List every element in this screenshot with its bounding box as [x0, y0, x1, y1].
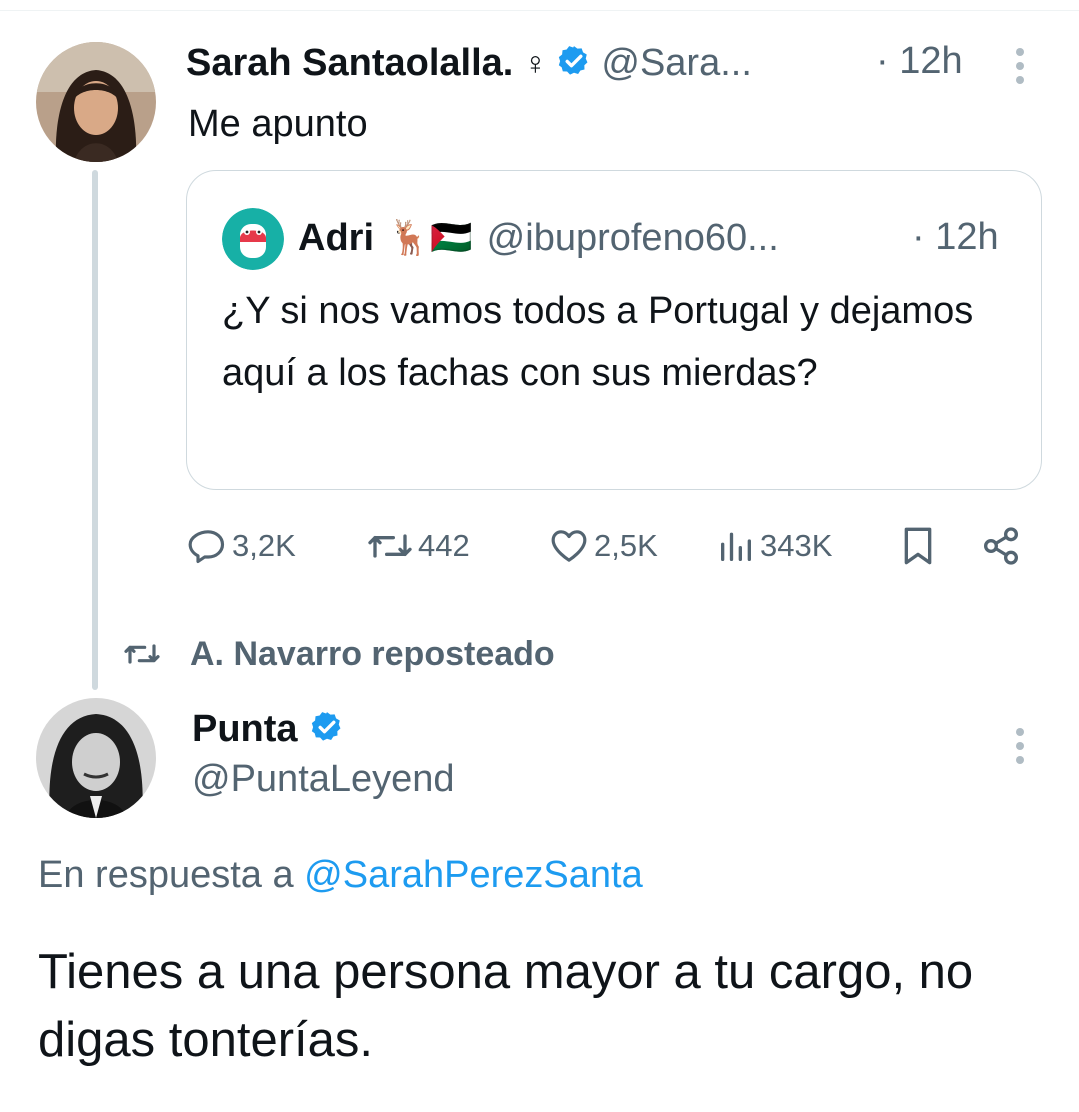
reply-context: En respuesta a @SarahPerezSanta: [38, 854, 643, 897]
quote-text: ¿Y si nos vamos todos a Portugal y dejam…: [222, 290, 974, 394]
reposted-by-label[interactable]: A. Navarro reposteado: [190, 635, 555, 674]
reply-to-link[interactable]: @SarahPerezSanta: [304, 854, 643, 896]
repost-button[interactable]: 442: [366, 526, 470, 566]
repost-count: 442: [418, 528, 470, 563]
thread-line: [92, 170, 98, 690]
views-button[interactable]: 343K: [716, 526, 832, 566]
tweet1-text: Me apunto: [188, 103, 368, 145]
repost-icon: [368, 534, 412, 558]
quote-handle[interactable]: @ibuprofeno60...: [487, 217, 779, 260]
quote-header: Adri 🦌🇵🇸 @ibuprofeno60...: [298, 212, 779, 264]
quote-time[interactable]: · 12h: [912, 216, 999, 259]
tweet1-handle[interactable]: @Sara...: [601, 42, 752, 85]
like-count: 2,5K: [594, 528, 658, 563]
punta-avatar[interactable]: [36, 698, 156, 818]
quote-author-name[interactable]: Adri: [298, 217, 374, 260]
deer-flag-emojis: 🦌🇵🇸: [388, 218, 473, 258]
verified-badge-icon: [310, 710, 344, 749]
sarah-avatar[interactable]: [36, 42, 156, 162]
tweet1-time[interactable]: · 12h: [876, 40, 963, 83]
heart-icon: [551, 530, 587, 562]
like-button[interactable]: 2,5K: [548, 526, 658, 566]
reply-icon: [188, 530, 225, 564]
reply-prefix: En respuesta a: [38, 854, 294, 896]
tweet2-text: Tienes a una persona mayor a tu cargo, n…: [38, 945, 974, 1067]
views-icon: [721, 532, 751, 561]
tweet1-author-name[interactable]: Sarah Santaolalla.: [186, 42, 513, 85]
more-options-icon[interactable]: [1010, 726, 1030, 771]
more-options-icon[interactable]: [1010, 46, 1030, 91]
bookmark-icon[interactable]: [900, 526, 936, 571]
verified-badge-icon: [557, 44, 591, 83]
views-count: 343K: [760, 528, 833, 563]
reply-count: 3,2K: [232, 528, 296, 563]
tweet1-header: Sarah Santaolalla. ♀ @Sara...: [186, 38, 752, 88]
tweet2-header: Punta: [192, 704, 344, 754]
reply-button[interactable]: 3,2K: [188, 526, 296, 566]
top-divider: [0, 10, 1079, 11]
adri-avatar[interactable]: [222, 208, 284, 270]
repost-indicator: A. Navarro reposteado: [120, 630, 555, 678]
female-sign-icon: ♀: [523, 44, 548, 81]
tweet2-author-name[interactable]: Punta: [192, 708, 298, 751]
repost-small-icon: [124, 644, 160, 664]
tweet2-handle[interactable]: @PuntaLeyend: [192, 758, 455, 801]
share-icon[interactable]: [980, 526, 1022, 571]
